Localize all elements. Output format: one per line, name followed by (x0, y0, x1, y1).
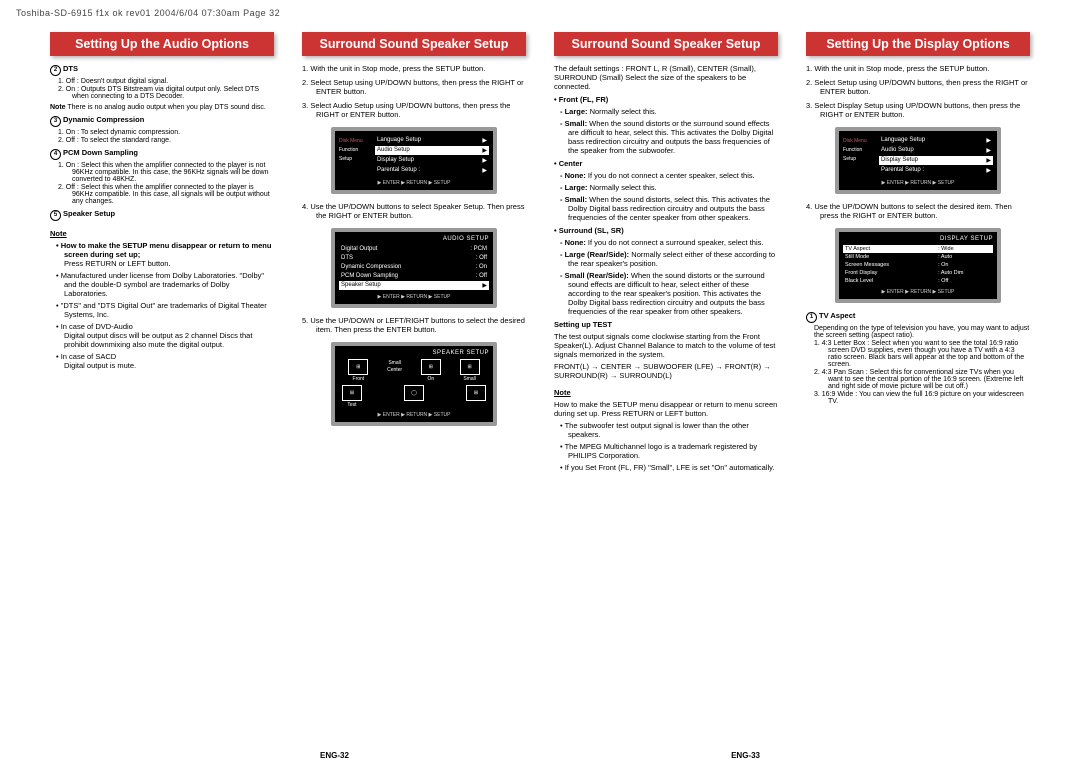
col-surround-setup-2: Surround Sound Speaker Setup The default… (554, 32, 778, 475)
col-display-options: Setting Up the Display Options 1. With t… (806, 32, 1030, 475)
setup-menu-screen: Disk Menu Function Setup Language Setup▶… (331, 127, 497, 194)
page-number-right: ENG-33 (731, 751, 760, 760)
col-audio-options: Setting Up the Audio Options 2DTS 1. Off… (50, 32, 274, 475)
page-header: Toshiba-SD-6915 f1x ok rev01 2004/6/04 0… (0, 0, 1080, 22)
page-number-left: ENG-32 (320, 751, 349, 760)
display-setup-screen: DISPLAY SETUP TV Aspect: Wide Still Mode… (835, 228, 1001, 303)
center-head: • Center (554, 159, 778, 168)
col-surround-setup-1: Surround Sound Speaker Setup 1. With the… (302, 32, 526, 475)
banner-surround-2: Surround Sound Speaker Setup (554, 32, 778, 56)
pcm-head: 4PCM Down Sampling (50, 148, 274, 160)
content: Setting Up the Audio Options 2DTS 1. Off… (0, 22, 1080, 475)
dc-head: 3Dynamic Compression (50, 115, 274, 127)
tv-aspect-head: 1TV Aspect (806, 311, 1030, 323)
test-head: Setting up TEST (554, 320, 778, 329)
audio-setup-screen: AUDIO SETUP Digital Output: PCM DTS: Off… (331, 228, 497, 308)
banner-audio: Setting Up the Audio Options (50, 32, 274, 56)
note-head: Note (50, 229, 274, 238)
banner-display: Setting Up the Display Options (806, 32, 1030, 56)
ss-head: 5Speaker Setup (50, 209, 274, 221)
setup-menu-screen-2: Disk Menu Function Setup Language Setup▶… (835, 127, 1001, 194)
surround-head: • Surround (SL, SR) (554, 226, 778, 235)
banner-surround-1: Surround Sound Speaker Setup (302, 32, 526, 56)
front-head: • Front (FL, FR) (554, 95, 778, 104)
speaker-setup-screen: SPEAKER SETUP ⊞Front SmallCenter ⊞On ⊞Sm… (331, 342, 497, 426)
dts-head: 2DTS (50, 64, 274, 76)
